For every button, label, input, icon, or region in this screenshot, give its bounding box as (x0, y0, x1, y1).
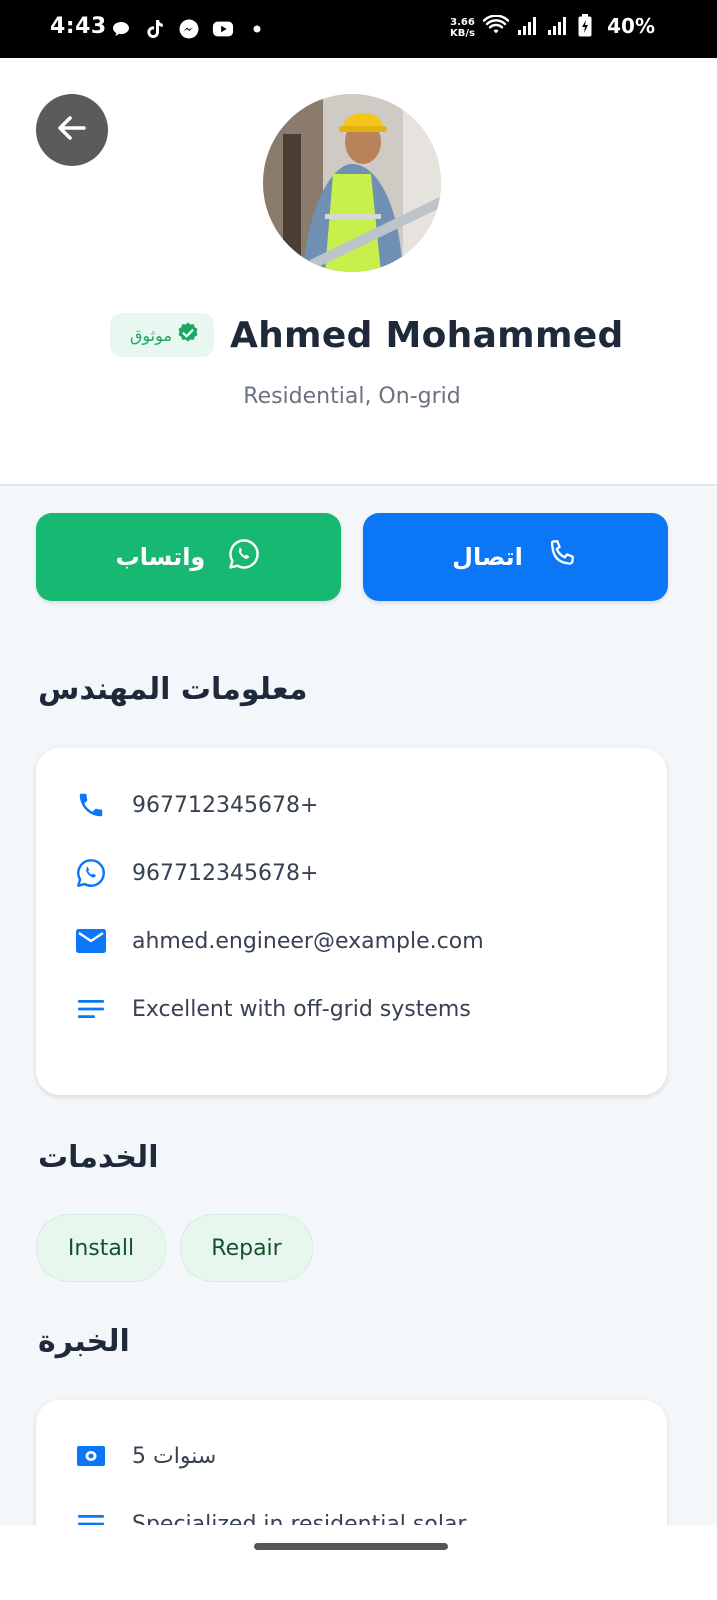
engineer-info-card: 967712345678+ 967712345678+ ahmed.engine… (36, 748, 667, 1095)
profile-header: موثوق Ahmed Mohammed Residential, On-gri… (0, 58, 717, 486)
service-chip-install[interactable]: Install (36, 1214, 166, 1282)
notification-dot-icon (246, 18, 268, 40)
notes-lines-icon (74, 992, 108, 1026)
engineer-name: Ahmed Mohammed (229, 314, 624, 356)
engineer-notes: Excellent with off-grid systems (132, 996, 471, 1022)
battery-charging-icon (577, 14, 593, 42)
notification-icons (110, 18, 268, 40)
email-icon (74, 924, 108, 958)
status-time: 4:43 (50, 14, 107, 39)
chat-bubble-icon (110, 18, 132, 40)
notes-row: Excellent with off-grid systems (74, 989, 471, 1029)
call-button-label: اتصال (452, 543, 523, 571)
phone-row[interactable]: 967712345678+ (74, 785, 318, 825)
back-button[interactable] (36, 94, 108, 166)
phone-icon (74, 788, 108, 822)
engineer-info-title: معلومات المهندس (38, 672, 308, 707)
wifi-icon (482, 14, 510, 41)
verified-check-icon (176, 321, 200, 349)
tiktok-icon (144, 18, 166, 40)
whatsapp-icon (74, 856, 108, 890)
system-nav-bar (0, 1525, 717, 1600)
home-gesture-handle[interactable] (254, 1543, 448, 1550)
status-bar: 4:43 3.66 KB/s 40% (0, 0, 717, 58)
whatsapp-button-label: واتساب (115, 543, 206, 571)
network-speed-value: 3.66 (450, 17, 475, 28)
experience-years-row: 5 سنوات (74, 1436, 216, 1476)
whatsapp-row[interactable]: 967712345678+ (74, 853, 318, 893)
youtube-icon (212, 18, 234, 40)
name-row: موثوق Ahmed Mohammed (110, 313, 624, 357)
engineer-specialty: Residential, On-grid (243, 384, 461, 409)
whatsapp-icon (227, 537, 261, 577)
network-speed-unit: KB/s (450, 28, 475, 39)
avatar (263, 94, 441, 272)
phone-number: 967712345678+ (132, 792, 319, 818)
email-row[interactable]: ahmed.engineer@example.com (74, 921, 484, 961)
whatsapp-button[interactable]: واتساب (36, 513, 341, 601)
signal-1-icon (517, 16, 539, 40)
messenger-icon (178, 18, 200, 40)
whatsapp-number: 967712345678+ (132, 860, 319, 886)
signal-2-icon (547, 16, 569, 40)
verified-label: موثوق (130, 325, 172, 345)
status-indicators: 3.66 KB/s (450, 14, 593, 42)
service-chip-repair[interactable]: Repair (180, 1214, 313, 1282)
network-speed: 3.66 KB/s (450, 17, 475, 39)
experience-years: 5 سنوات (132, 1443, 217, 1469)
money-icon (74, 1439, 108, 1473)
experience-title: الخبرة (38, 1324, 130, 1359)
battery-percentage: 40% (607, 14, 655, 38)
phone-icon (545, 537, 579, 577)
email-address: ahmed.engineer@example.com (132, 928, 484, 954)
arrow-left-icon (54, 110, 90, 150)
call-button[interactable]: اتصال (363, 513, 668, 601)
engineer-photo (263, 94, 441, 272)
services-title: الخدمات (38, 1140, 159, 1175)
verified-badge: موثوق (110, 313, 214, 357)
